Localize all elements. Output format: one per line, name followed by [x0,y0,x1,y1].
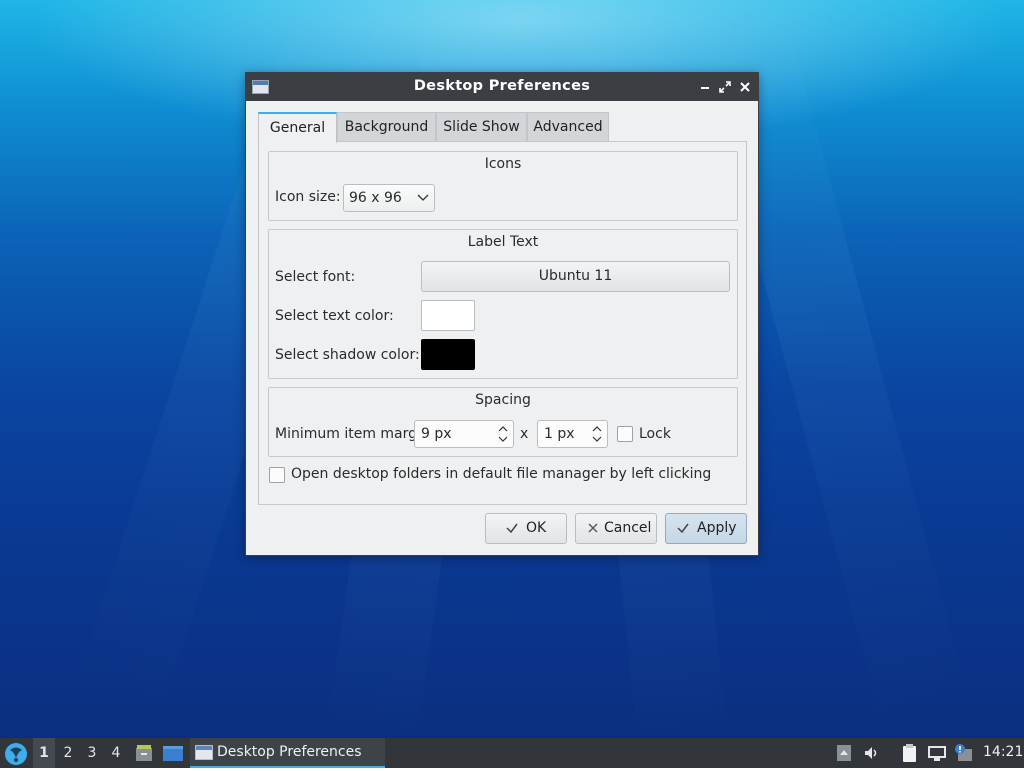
clipboard-icon [903,744,916,762]
tab-general[interactable]: General [258,112,337,143]
minimize-icon [701,87,709,89]
checkmark-icon [677,523,689,534]
open-folders-label[interactable]: Open desktop folders in default file man… [291,466,711,482]
select-font-label: Select font: [275,269,356,285]
tab-slide-show[interactable]: Slide Show [436,112,527,142]
volume-control[interactable] [862,743,882,763]
open-folders-checkbox[interactable] [269,467,285,483]
icons-group-title: Icons [484,156,522,172]
ok-button[interactable]: OK [485,513,567,544]
speaker-icon [865,747,877,759]
select-font-button[interactable]: Ubuntu 11 [421,261,730,292]
taskbar-window-desktop-preferences[interactable]: Desktop Preferences [190,738,385,768]
window-title: Desktop Preferences [413,78,591,94]
spacing-group-title: Spacing [475,392,531,408]
spin-arrows-icon [592,426,602,442]
cancel-button[interactable]: Cancel [575,513,657,544]
task-title: Desktop Preferences [217,744,362,760]
start-menu-button[interactable] [3,741,29,767]
apply-button[interactable]: Apply [665,513,747,544]
tray-expander[interactable] [834,743,854,763]
show-desktop-button[interactable] [162,743,183,763]
select-shadow-color-label: Select shadow color: [275,347,420,363]
update-alert-icon [955,744,972,761]
tray-up-arrow-icon [837,745,851,761]
tab-advanced[interactable]: Advanced [527,112,609,142]
close-button[interactable] [736,78,754,96]
select-text-color-label: Select text color: [275,308,394,324]
shadow-color-button[interactable] [421,339,475,370]
network-icon [928,746,946,761]
chevron-down-icon [417,194,429,201]
icons-group: Icons Icon size: 96 x 96 [268,151,738,221]
apply-button-label: Apply [697,520,737,536]
lock-label[interactable]: Lock [639,426,671,442]
desktop-switch-4[interactable]: 4 [105,738,127,768]
label-text-group-title: Label Text [467,234,539,250]
maximize-icon [719,81,731,93]
network-applet[interactable] [926,743,946,763]
text-color-button[interactable] [421,300,475,331]
file-manager-launcher[interactable] [134,743,154,763]
maximize-button[interactable] [716,78,734,96]
ok-button-label: OK [526,520,547,536]
general-tab-panel: Icons Icon size: 96 x 96 Label Text Sele… [258,141,747,505]
window-titlebar[interactable]: Desktop Preferences [246,73,758,101]
window-app-icon [195,745,213,760]
margin-y-spinbox[interactable]: 1 px [537,420,608,448]
desktop-preferences-window: Desktop Preferences General Background S… [245,72,759,556]
close-icon [740,82,750,92]
cancel-x-icon [588,523,598,533]
tab-background[interactable]: Background [337,112,436,142]
file-manager-icon [136,745,152,761]
lxqt-logo-icon [5,743,27,765]
label-text-group: Label Text Select font: Ubuntu 11 Select… [268,229,738,379]
icon-size-label: Icon size: [275,189,341,205]
icon-size-value: 96 x 96 [349,190,402,206]
margins-separator: x [520,426,529,442]
margin-y-value: 1 px [544,426,575,442]
margin-x-value: 9 px [421,426,452,442]
margin-x-spinbox[interactable]: 9 px [414,420,514,448]
spacing-group: Spacing Minimum item margins: 9 px x 1 p… [268,387,738,457]
clipboard-applet[interactable] [899,743,919,763]
clock[interactable]: 14:21 [983,744,1023,760]
update-notifier[interactable] [953,743,973,763]
desktop-switch-3[interactable]: 3 [81,738,103,768]
desktop-switch-1[interactable]: 1 [33,738,55,768]
minimize-button[interactable] [696,78,714,96]
spin-arrows-icon [498,426,508,442]
lock-checkbox[interactable] [617,426,633,442]
icon-size-combo[interactable]: 96 x 96 [343,184,435,212]
desktop-switch-2[interactable]: 2 [57,738,79,768]
checkmark-icon [506,523,518,534]
cancel-button-label: Cancel [604,520,652,536]
show-desktop-icon [163,746,183,761]
taskbar: 1 2 3 4 Desktop Preferences 14:21 [0,738,1024,768]
